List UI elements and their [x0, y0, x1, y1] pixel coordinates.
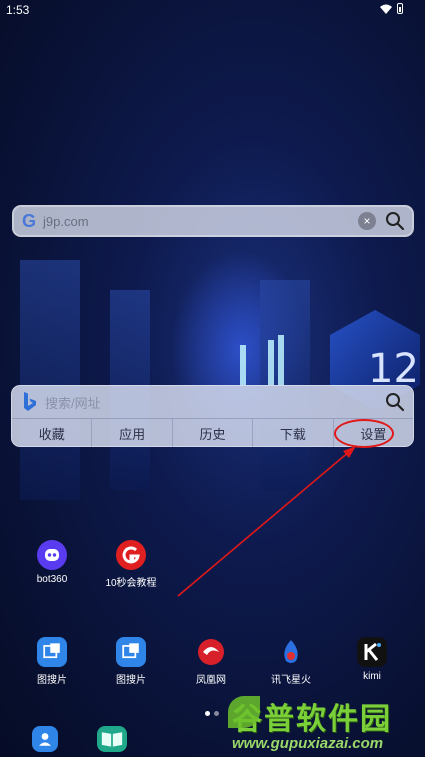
watermark-title: 谷普软件园: [232, 702, 392, 737]
tab-apps[interactable]: 应用: [92, 419, 173, 447]
app-label: 10秒会教程: [105, 578, 157, 589]
status-time: 1:53: [6, 3, 30, 17]
image-search-icon: [37, 637, 67, 667]
app-image-search-2[interactable]: 图搜片: [96, 637, 166, 686]
wallpaper-pillar: [20, 260, 80, 500]
app-label: 凤凰网: [196, 675, 226, 686]
status-icons: [380, 3, 403, 14]
tab-history[interactable]: 历史: [173, 419, 254, 447]
image-search-icon: [116, 637, 146, 667]
bing-search-bar[interactable]: 搜索/网址: [12, 386, 413, 419]
settings-highlight-circle: [334, 419, 394, 448]
app-ifeng[interactable]: 凤凰网: [176, 637, 246, 686]
tab-downloads[interactable]: 下载: [253, 419, 334, 447]
google-search-bar[interactable]: G j9p.com ×: [12, 205, 414, 237]
kimi-icon: [357, 637, 387, 667]
wallpaper-light-bar: [268, 340, 274, 385]
search-url-text[interactable]: j9p.com: [43, 214, 358, 229]
app-label: 讯飞星火: [271, 675, 311, 686]
g-logo-icon: [116, 540, 146, 570]
search-icon[interactable]: [385, 392, 405, 412]
app-label: bot360: [36, 574, 68, 585]
google-g-icon: G: [21, 210, 36, 231]
phoenix-icon: [196, 637, 226, 667]
app-reader[interactable]: [77, 726, 147, 752]
app-contacts[interactable]: [10, 726, 80, 752]
app-10s-tutorial[interactable]: 10秒会教程: [96, 540, 166, 589]
app-xunfei-spark[interactable]: 讯飞星火: [256, 637, 326, 686]
wallpaper-light-bar: [240, 345, 246, 385]
bing-logo-icon: [24, 392, 36, 411]
app-kimi[interactable]: kimi: [337, 637, 407, 682]
search-icon[interactable]: [385, 211, 405, 231]
bing-search-placeholder[interactable]: 搜索/网址: [45, 393, 385, 412]
leaf-icon: [228, 696, 260, 728]
tab-favorites[interactable]: 收藏: [12, 419, 93, 447]
watermark-logo: 谷普软件园 www.gupuxiazai.com: [228, 694, 422, 754]
app-image-search-1[interactable]: 图搜片: [17, 637, 87, 686]
book-icon: [97, 726, 127, 752]
page-dot: [214, 711, 219, 716]
app-label: 图搜片: [37, 675, 67, 686]
app-bot360[interactable]: bot360: [17, 540, 87, 585]
status-bar: 1:53: [0, 0, 425, 20]
app-label: kimi: [363, 671, 381, 682]
wallpaper-scene: 12: [0, 250, 425, 510]
contacts-icon: [32, 726, 58, 752]
bot360-icon: [37, 540, 67, 570]
wifi-icon: [380, 4, 392, 14]
page-indicator: [205, 711, 219, 716]
spark-icon: [276, 637, 306, 667]
clear-icon[interactable]: ×: [358, 212, 376, 230]
watermark-url: www.gupuxiazai.com: [232, 735, 384, 752]
wallpaper-light-bar: [278, 335, 284, 385]
page-dot-active: [205, 711, 210, 716]
battery-icon: [397, 3, 403, 14]
app-label: 图搜片: [116, 675, 146, 686]
